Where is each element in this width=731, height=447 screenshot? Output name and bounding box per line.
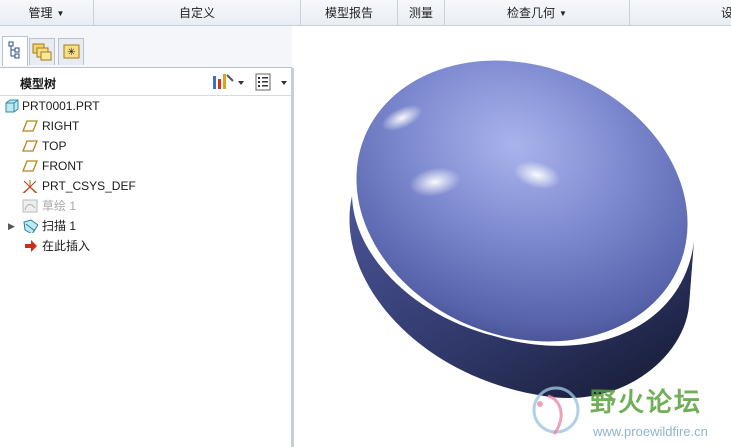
tree-item-label: 扫描 1 bbox=[42, 219, 77, 233]
tree-item-label: RIGHT bbox=[42, 119, 80, 133]
insert-here-arrow-icon bbox=[25, 240, 37, 252]
ribbon-group-settings[interactable]: 设 bbox=[630, 0, 731, 25]
ribbon-group-label: 检查几何 bbox=[507, 6, 556, 20]
tab-favorites[interactable]: ✳ bbox=[58, 38, 84, 65]
tree-item-label: 在此插入 bbox=[42, 239, 91, 253]
navigator-tabs: ✳ bbox=[0, 26, 292, 68]
ribbon-group-check-geometry[interactable]: 检查几何 ▼ bbox=[445, 0, 630, 25]
tree-settings-button[interactable] bbox=[210, 72, 248, 92]
datum-plane-icon bbox=[22, 160, 38, 172]
ribbon-group-bar: 管理 ▼ 自定义 模型报告 测量 检查几何 ▼ 设 bbox=[0, 0, 731, 26]
tree-item-part[interactable]: PRT0001.PRT bbox=[0, 96, 290, 116]
watermark-url: www.proewildfire.cn bbox=[593, 424, 708, 439]
tree-item-label: TOP bbox=[42, 139, 67, 153]
tree-item-right-plane[interactable]: RIGHT bbox=[0, 116, 290, 136]
tree-item-csys[interactable]: PRT_CSYS_DEF bbox=[0, 176, 290, 196]
model-tree-header: 模型树 bbox=[0, 68, 292, 96]
ribbon-group-measure[interactable]: 测量 bbox=[398, 0, 445, 25]
part-icon bbox=[5, 99, 19, 113]
model-tree-title: 模型树 bbox=[20, 77, 57, 91]
expand-arrow-icon[interactable]: ▶ bbox=[8, 216, 15, 236]
ribbon-group-customize[interactable]: 自定义 bbox=[94, 0, 301, 25]
chevron-down-icon: ▼ bbox=[56, 9, 65, 18]
sketch-icon bbox=[22, 199, 38, 213]
ribbon-group-label: 设 bbox=[720, 6, 731, 20]
tree-item-sweep[interactable]: ▶ 扫描 1 bbox=[0, 216, 290, 236]
tree-icon bbox=[8, 41, 20, 59]
ribbon-group-label: 测量 bbox=[408, 6, 433, 20]
tree-item-insert-here[interactable]: 在此插入 bbox=[0, 236, 290, 256]
chevron-down-icon: ▼ bbox=[559, 9, 567, 18]
sweep-icon bbox=[23, 219, 38, 233]
svg-text:✳: ✳ bbox=[67, 47, 75, 58]
tree-item-label: FRONT bbox=[42, 159, 84, 173]
tree-item-label: PRT0001.PRT bbox=[22, 99, 100, 113]
tab-folder-browser[interactable] bbox=[29, 38, 55, 65]
datum-plane-icon bbox=[22, 140, 38, 152]
model-tree: PRT0001.PRT RIGHT TOP FRONT PRT_CSYS_DEF bbox=[0, 96, 292, 447]
tree-item-sketch[interactable]: 草绘 1 bbox=[0, 196, 290, 216]
ribbon-group-label: 管理 bbox=[28, 6, 53, 20]
folders-icon bbox=[32, 43, 52, 61]
csys-icon bbox=[22, 180, 38, 193]
tree-item-label: 草绘 1 bbox=[42, 199, 77, 213]
tree-show-button[interactable] bbox=[252, 72, 290, 92]
tree-item-top-plane[interactable]: TOP bbox=[0, 136, 290, 156]
show-list-icon bbox=[255, 73, 287, 91]
settings-tools-icon bbox=[213, 74, 244, 89]
tree-item-label: PRT_CSYS_DEF bbox=[42, 179, 136, 193]
watermark-title: 野火论坛 bbox=[590, 388, 703, 418]
datum-plane-icon bbox=[22, 120, 38, 132]
ribbon-group-label: 模型报告 bbox=[324, 6, 373, 20]
tree-item-front-plane[interactable]: FRONT bbox=[0, 156, 290, 176]
ribbon-group-model-report[interactable]: 模型报告 bbox=[301, 0, 398, 25]
star-folder-icon: ✳ bbox=[63, 44, 80, 59]
ribbon-group-label: 自定义 bbox=[178, 6, 215, 20]
ribbon-group-manage[interactable]: 管理 ▼ bbox=[0, 0, 94, 25]
tab-model-tree[interactable] bbox=[2, 36, 28, 66]
